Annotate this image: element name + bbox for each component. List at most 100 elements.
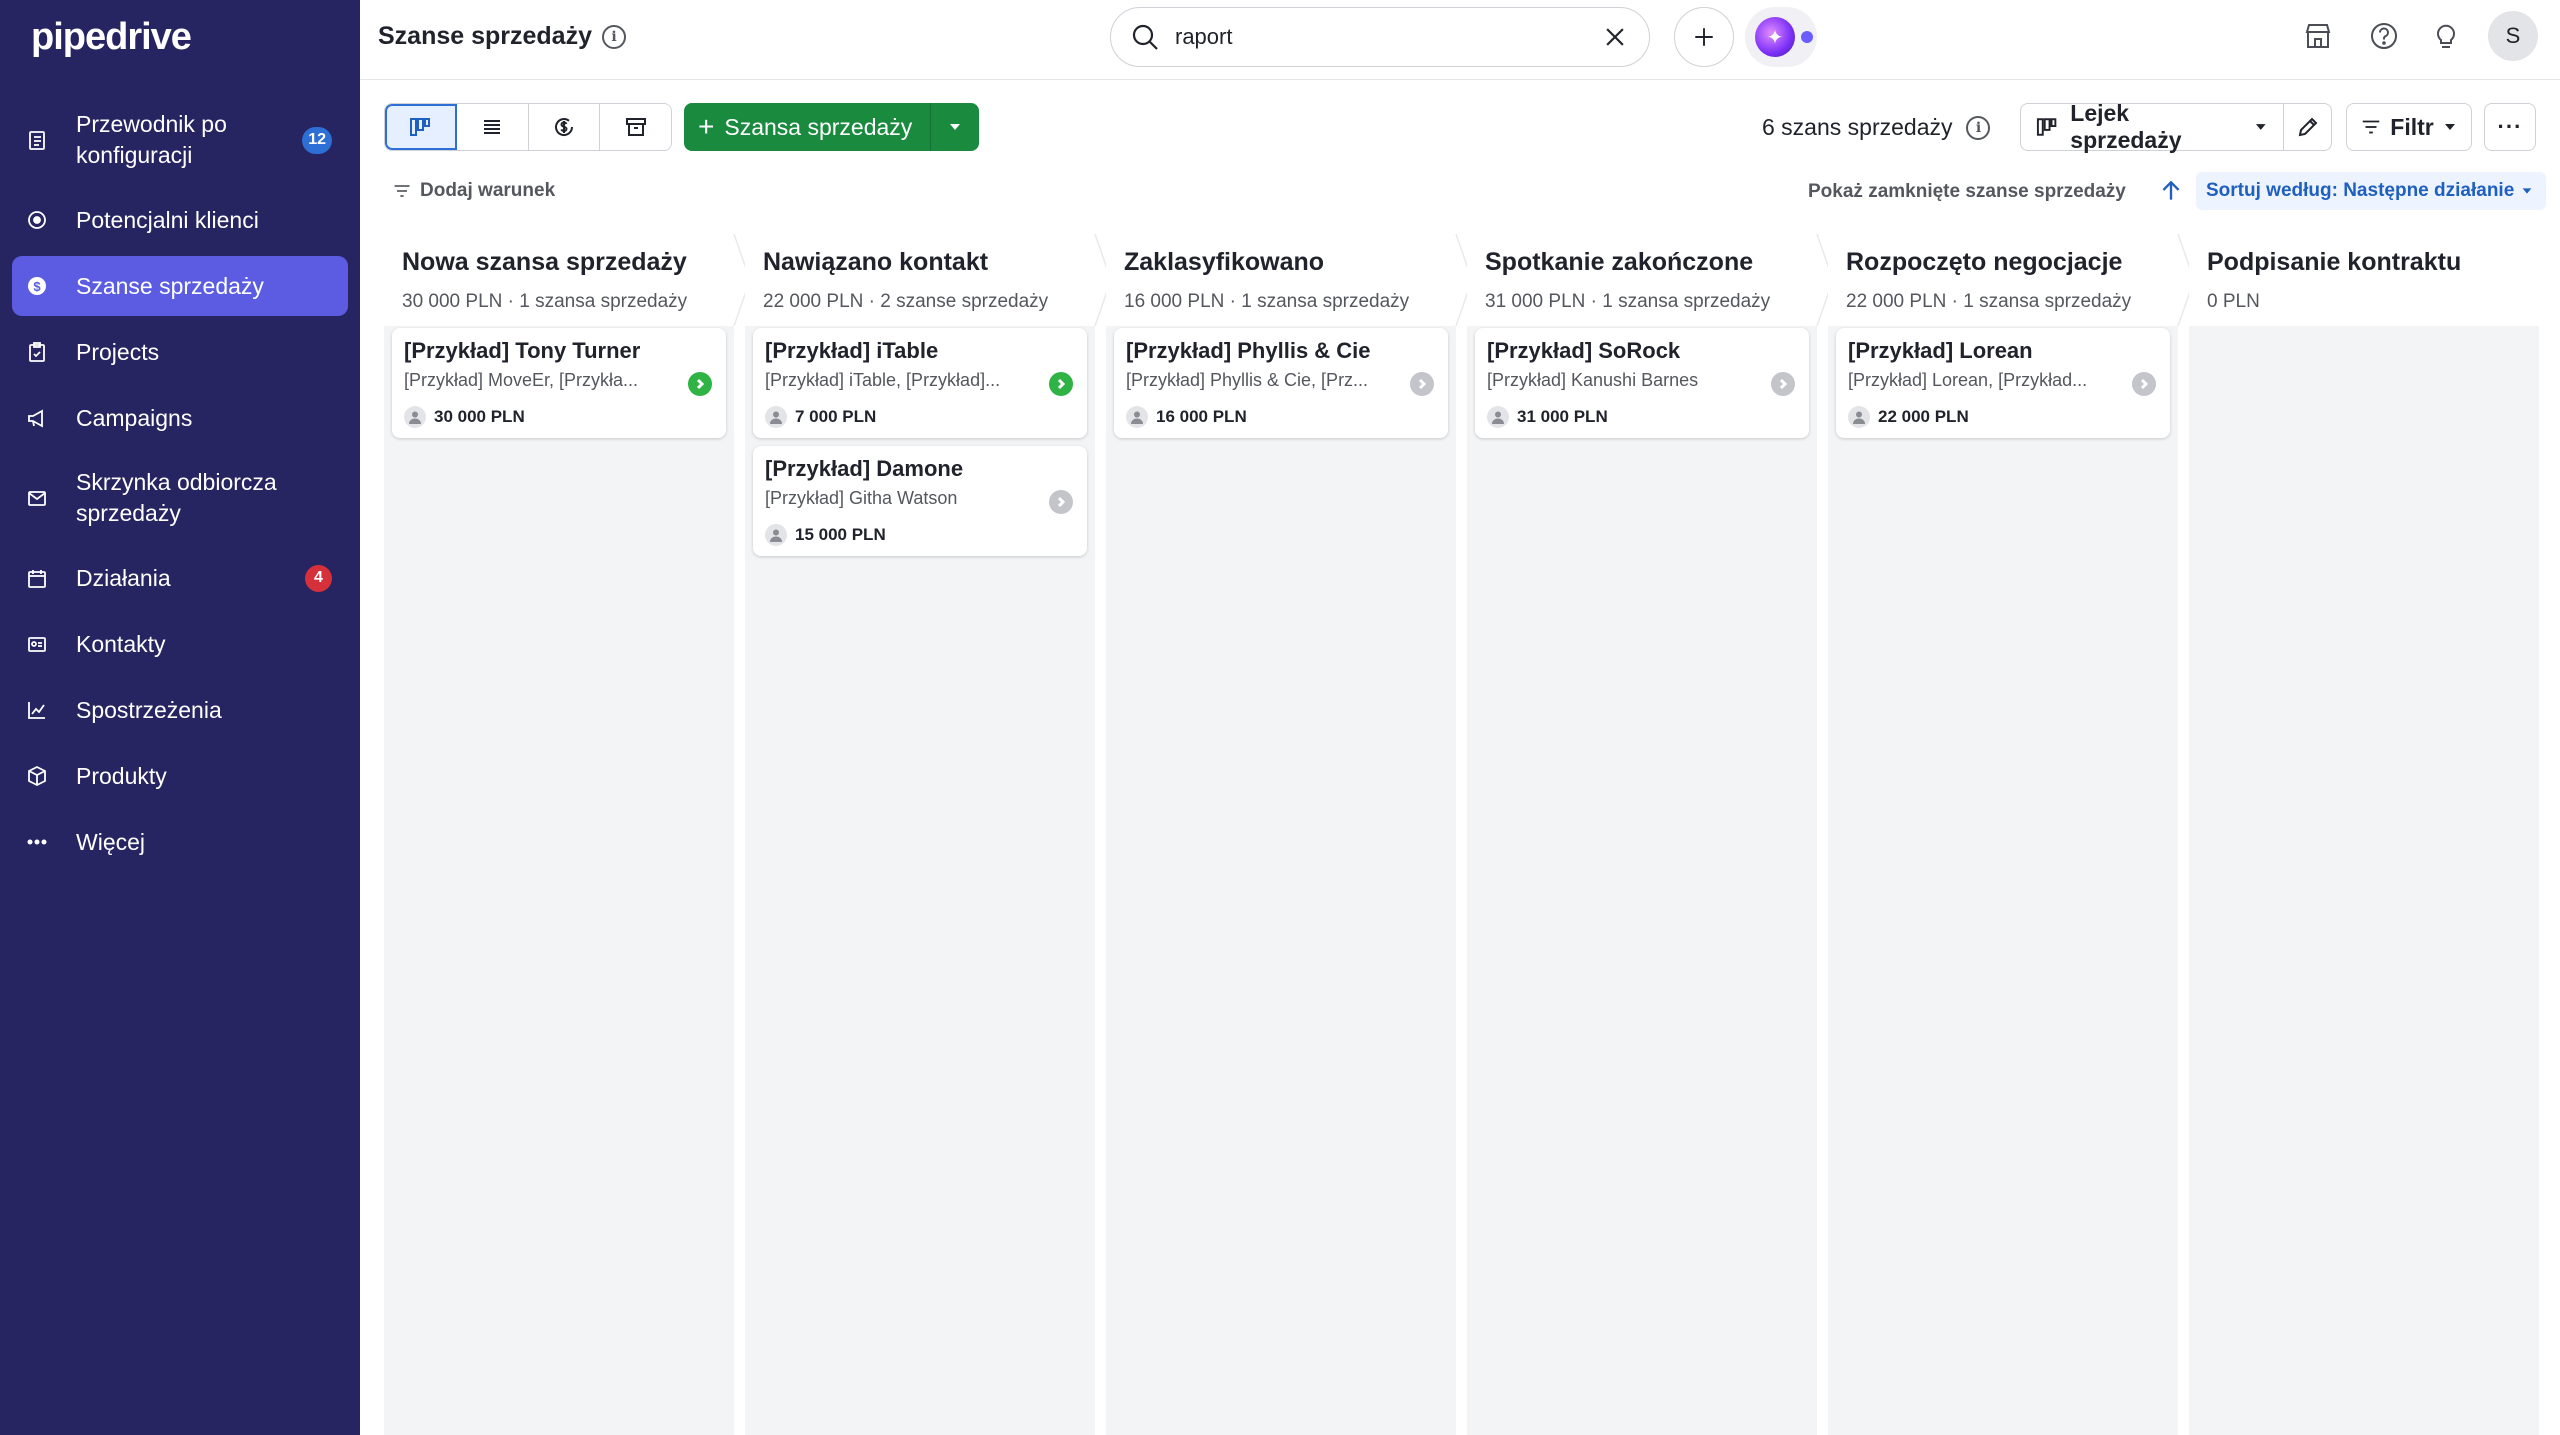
sidebar-item-dzia-ania[interactable]: Działania 4 bbox=[12, 548, 348, 608]
deal-title: [Przykład] SoRock bbox=[1487, 338, 1681, 363]
deal-title: [Przykład] Phyllis & Cie bbox=[1126, 338, 1371, 363]
stage-title: Nowa szansa sprzedaży bbox=[402, 248, 687, 276]
deal-value: 16 000 PLN bbox=[1156, 407, 1247, 426]
deal-value-row: 31 000 PLN bbox=[1487, 406, 1608, 428]
add-deal-button[interactable]: + Szansa sprzedaży bbox=[684, 103, 932, 151]
svg-text:$: $ bbox=[33, 279, 41, 294]
activity-status-icon[interactable] bbox=[1410, 372, 1434, 396]
deal-count-text: 6 szans sprzedaży bbox=[1762, 114, 1953, 140]
main-navigation: Przewodnik po konfiguracji 12 Potencjalni … bbox=[12, 96, 348, 878]
deal-organization-person: [Przykład] MoveEr, [Przykła... bbox=[404, 370, 639, 390]
kanban-icon bbox=[410, 118, 431, 136]
caret-down-icon bbox=[2444, 124, 2455, 130]
sidebar-item-potencjalni-klienci[interactable]: Potencjalni klienci bbox=[12, 190, 348, 250]
plus-icon bbox=[1695, 28, 1713, 46]
activity-status-icon[interactable] bbox=[1049, 372, 1073, 396]
more-options-button[interactable]: ··· bbox=[2484, 103, 2536, 151]
kanban-icon bbox=[2036, 118, 2057, 136]
clear-search-icon[interactable] bbox=[1599, 21, 1631, 53]
stage-summary: 22 000 PLN · 1 szansa sprzedaży bbox=[1846, 291, 2132, 312]
archive-view-button[interactable] bbox=[600, 104, 671, 150]
sidebar-item-spostrzezenia[interactable]: Spostrzeżenia bbox=[12, 680, 348, 740]
deal-card[interactable]: [Przykład] Lorean [Przykład] Lorean, [Prz… bbox=[1836, 328, 2170, 438]
deal-organization-person: [Przykład] Githa Watson bbox=[765, 488, 958, 508]
info-icon[interactable]: i bbox=[602, 24, 626, 49]
list-view-button[interactable] bbox=[456, 104, 529, 150]
deal-card[interactable]: [Przykład] Tony Turner [Przykład] MoveEr,… bbox=[392, 328, 726, 438]
sidebar-item-campaigns[interactable]: Campaigns bbox=[12, 388, 348, 448]
user-avatar[interactable]: S bbox=[2488, 11, 2538, 61]
activity-status-icon[interactable] bbox=[1049, 490, 1073, 514]
quick-add-button[interactable] bbox=[1674, 7, 1734, 67]
sort-by-dropdown[interactable]: Sortuj według: Następne działanie bbox=[2196, 172, 2547, 210]
info-icon[interactable]: i bbox=[1966, 115, 1991, 140]
deal-card[interactable]: [Przykład] iTable [Przykład] iTable, [Prz… bbox=[753, 328, 1087, 438]
filter-icon bbox=[394, 185, 410, 197]
pipeline-stage-column: Rozpoczęto negocjacje 22 000 PLN · 1 szan… bbox=[1828, 233, 2195, 1435]
pipeline-selector[interactable]: Lejek sprzedaży bbox=[2020, 100, 2284, 153]
pencil-icon bbox=[2298, 117, 2317, 137]
sidebar: pipedrive Przewodnik po konfiguracji 12 Po… bbox=[0, 0, 360, 1435]
forecast-view-button[interactable] bbox=[528, 104, 601, 150]
sidebar-item-label: Produkty bbox=[76, 762, 167, 789]
owner-avatar-icon bbox=[1487, 406, 1509, 428]
search-bar[interactable] bbox=[1110, 7, 1650, 67]
deal-title: [Przykład] Damone bbox=[765, 456, 964, 481]
lightbulb-icon[interactable] bbox=[2428, 18, 2464, 54]
add-condition-label: Dodaj warunek bbox=[420, 180, 556, 201]
stage-summary: 16 000 PLN · 1 szansa sprzedaży bbox=[1124, 291, 1410, 312]
sidebar-item-label: Kontakty bbox=[76, 630, 166, 657]
sort-direction-arrow-icon[interactable] bbox=[2158, 178, 2184, 204]
pipeline-stage-column: Nowa szansa sprzedaży 30 000 PLN · 1 szan… bbox=[384, 233, 751, 1435]
sidebar-item-label: Działania bbox=[76, 564, 171, 591]
archive-icon bbox=[625, 118, 646, 136]
activity-status-icon[interactable] bbox=[2132, 372, 2156, 396]
deal-value-row: 7 000 PLN bbox=[765, 406, 876, 428]
sidebar-item-label: Szanse sprzedaży bbox=[76, 272, 264, 299]
page-title-text: Szanse sprzedaży bbox=[378, 22, 592, 50]
sidebar-item-wiecej[interactable]: Więcej bbox=[12, 812, 348, 872]
stage-summary: 31 000 PLN · 1 szansa sprzedaży bbox=[1485, 291, 1771, 312]
activity-status-icon[interactable] bbox=[688, 372, 712, 396]
help-icon[interactable] bbox=[2366, 18, 2402, 54]
target-icon bbox=[26, 209, 48, 231]
marketplace-icon[interactable] bbox=[2300, 18, 2336, 54]
forecast-dollar-icon bbox=[554, 118, 573, 136]
deal-card[interactable]: [Przykład] SoRock [Przykład] Kanushi Barn… bbox=[1475, 328, 1809, 438]
mail-icon bbox=[26, 487, 48, 509]
sidebar-item-label: Skrzynka odbiorcza sprzedaży bbox=[76, 469, 277, 526]
add-deal-dropdown-button[interactable] bbox=[931, 103, 980, 151]
add-deal-split-button: + Szansa sprzedaży bbox=[684, 103, 980, 151]
sidebar-item-przewodnik-po-konfiguracji[interactable]: Przewodnik po konfiguracji 12 bbox=[12, 96, 348, 184]
deal-value: 30 000 PLN bbox=[434, 407, 525, 426]
activity-status-icon[interactable] bbox=[1771, 372, 1795, 396]
pipeline-stage-column: Spotkanie zakończone 31 000 PLN · 1 szans… bbox=[1467, 233, 1834, 1435]
pipedrive-logo[interactable]: pipedrive bbox=[31, 16, 192, 59]
megaphone-icon bbox=[26, 407, 48, 429]
sort-by-label: Sortuj według: Następne działanie bbox=[2206, 180, 2515, 201]
deal-card[interactable]: [Przykład] Damone [Przykład] Githa Watson… bbox=[753, 446, 1087, 556]
filter-icon bbox=[2363, 120, 2380, 134]
pipeline-view-button[interactable] bbox=[385, 104, 457, 150]
deal-card[interactable]: [Przykład] Phyllis & Cie [Przykład] Phyll… bbox=[1114, 328, 1448, 438]
stage-title: Rozpoczęto negocjacje bbox=[1846, 248, 2123, 276]
contact-card-icon bbox=[26, 633, 48, 655]
caret-down-icon bbox=[2256, 124, 2267, 130]
sidebar-item-szanse-sprzedazy[interactable]: $ Szanse sprzedaży bbox=[12, 256, 348, 316]
deal-value: 22 000 PLN bbox=[1878, 407, 1969, 426]
add-condition-button[interactable]: Dodaj warunek bbox=[392, 180, 555, 202]
show-closed-deals-link[interactable]: Pokaż zamknięte szanse sprzedaży bbox=[1808, 181, 2126, 203]
sidebar-item-produkty[interactable]: Produkty bbox=[12, 746, 348, 806]
ai-assistant-button[interactable]: ✦ bbox=[1745, 7, 1817, 67]
deal-value: 31 000 PLN bbox=[1517, 407, 1608, 426]
stage-header: Podpisanie kontraktu 0 PLN bbox=[2189, 234, 2539, 326]
search-input[interactable] bbox=[1175, 24, 1599, 50]
deal-card-list: [Przykład] Phyllis & Cie [Przykład] Phyll… bbox=[1114, 328, 1448, 446]
sidebar-item-kontakty[interactable]: Kontakty bbox=[12, 614, 348, 674]
notification-badge: 4 bbox=[305, 564, 332, 592]
filter-button[interactable]: Filtr bbox=[2346, 103, 2472, 151]
edit-pipeline-button[interactable] bbox=[2284, 103, 2332, 151]
more-dots-icon: ··· bbox=[2497, 114, 2523, 139]
sidebar-item-projects[interactable]: Projects bbox=[12, 322, 348, 382]
sidebar-item-skrzynka-odbiorcza-sprzedazy[interactable]: Skrzynka odbiorcza sprzedaży bbox=[12, 454, 348, 542]
